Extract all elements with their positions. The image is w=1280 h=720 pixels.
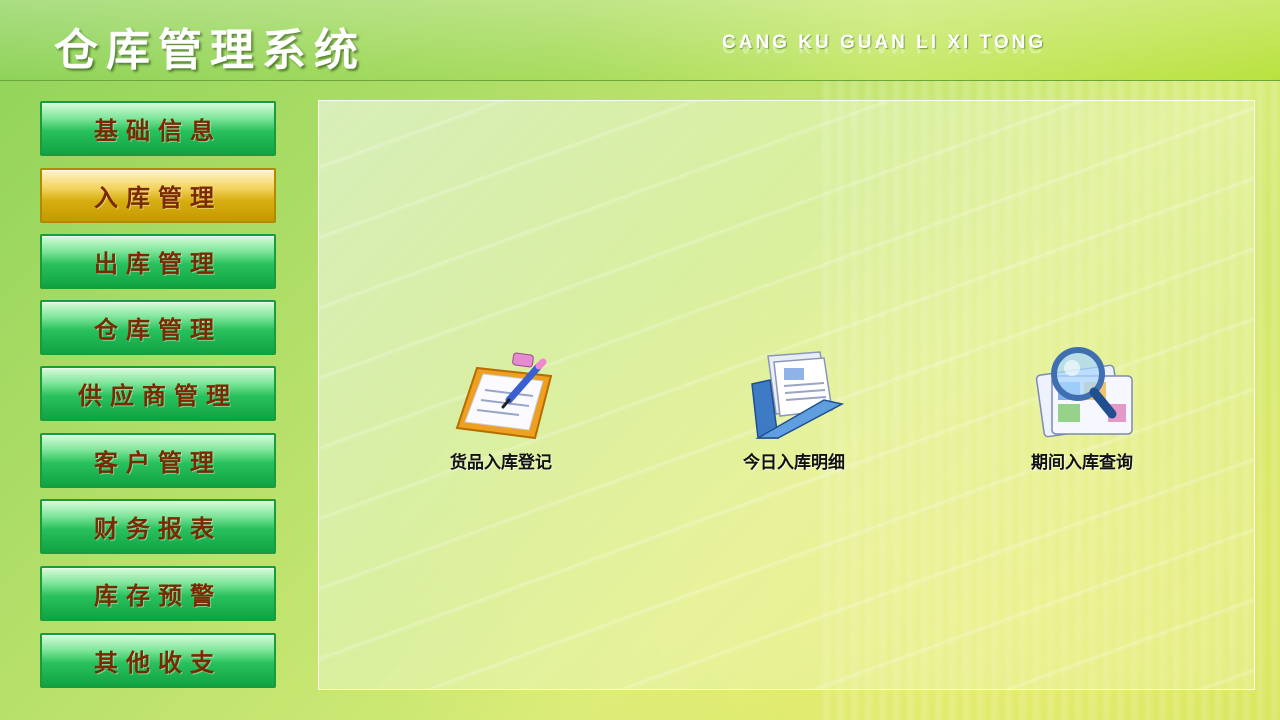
nav-basic-info-button[interactable]: 基础信息 xyxy=(40,101,276,156)
app-subtitle-reflection: CANG KU GUAN LI XI TONG xyxy=(722,35,1047,56)
nav-warehouse-button[interactable]: 仓库管理 xyxy=(40,300,276,355)
tool-label: 期间入库查询 xyxy=(1031,453,1133,473)
nav-finance-report-button[interactable]: 财务报表 xyxy=(40,499,276,554)
tool-label: 货品入库登记 xyxy=(450,453,552,473)
app-header: 仓库管理系统 CANG KU GUAN LI XI TONG CANG KU G… xyxy=(0,0,1280,81)
nav-outbound-button[interactable]: 出库管理 xyxy=(40,234,276,289)
period-inbound-query-tool[interactable]: 期间入库查询 xyxy=(992,346,1172,473)
nav-stock-alert-button[interactable]: 库存预警 xyxy=(40,566,276,621)
magnifier-search-icon xyxy=(1035,347,1133,438)
nav-other-income-expense-button[interactable]: 其他收支 xyxy=(40,633,276,688)
nav-customer-button[interactable]: 客户管理 xyxy=(40,433,276,488)
goods-inbound-register-tool[interactable]: 货品入库登记 xyxy=(411,346,591,473)
app-title: 仓库管理系统 xyxy=(54,25,366,76)
app-subtitle: CANG KU GUAN LI XI TONG xyxy=(722,32,1047,53)
clipboard-pen-icon xyxy=(455,352,553,440)
nav-supplier-button[interactable]: 供应商管理 xyxy=(40,366,276,421)
today-inbound-detail-tool[interactable]: 今日入库明细 xyxy=(704,346,884,473)
nav-inbound-button[interactable]: 入库管理 xyxy=(40,168,276,223)
main-panel: 货品入库登记 今日入库明细 期间入库查询 xyxy=(318,100,1255,690)
document-folder-icon xyxy=(751,351,845,439)
tool-label: 今日入库明细 xyxy=(743,453,845,473)
